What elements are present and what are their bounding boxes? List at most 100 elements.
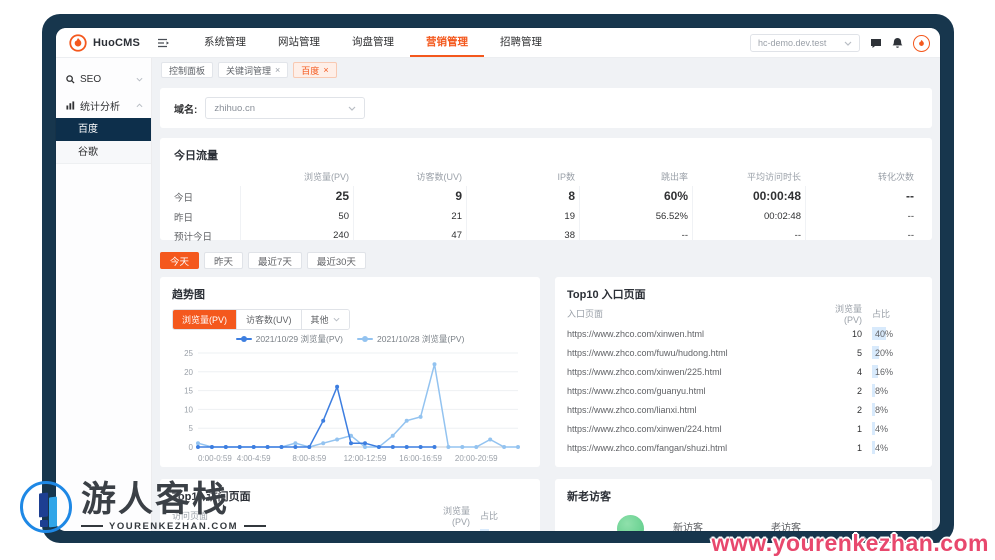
visitors-title: 新老访客 — [567, 491, 611, 503]
nav-item-recruit[interactable]: 招聘管理 — [484, 28, 558, 57]
close-tab-icon[interactable]: × — [323, 65, 328, 75]
col-duration: 平均访问时长 — [746, 172, 801, 182]
metric-button-label: 其他 — [310, 315, 329, 325]
col-ip: IP数 — [557, 172, 575, 182]
svg-text:16:00-16:59: 16:00-16:59 — [399, 454, 442, 463]
bell-icon[interactable] — [892, 37, 903, 49]
page-url[interactable]: https://www.zhco.com/guanyu.html — [567, 386, 820, 396]
visitors-pie-chart — [617, 515, 644, 531]
col-uv: 访客数(UV) — [416, 172, 463, 182]
metric-button-pv[interactable]: 浏览量(PV) — [173, 310, 237, 329]
cell-value: -- — [579, 226, 692, 245]
message-icon[interactable] — [870, 38, 882, 49]
sidebar-group-label: 统计分析 — [80, 101, 120, 113]
metric-button-uv[interactable]: 访客数(UV) — [236, 310, 301, 329]
domain-label: 域名: — [174, 104, 198, 116]
sidebar-group-label: SEO — [80, 73, 102, 85]
top-entry-title: Top10 入口页面 — [567, 289, 646, 301]
table-row-forecast: 预计今日 240 47 38 -- -- -- — [174, 226, 918, 245]
pv-value: 1 — [856, 423, 862, 434]
sidebar-collapse-icon[interactable] — [154, 28, 174, 57]
cell-value: 240 — [240, 226, 353, 245]
tab-label: 关键词管理 — [226, 65, 272, 76]
legend-label: 2021/10/28 浏览量(PV) — [377, 334, 465, 344]
cell-value: 19 — [466, 207, 579, 226]
col-ratio: 占比 — [872, 309, 891, 319]
chevron-down-icon — [844, 41, 852, 46]
cell-value: 8 — [466, 186, 579, 207]
tab-baidu[interactable]: 百度 × — [293, 62, 337, 78]
nav-item-inquiry[interactable]: 询盘管理 — [336, 28, 410, 57]
range-tab-30days[interactable]: 最近30天 — [306, 252, 366, 269]
table-header-row: 入口页面 浏览量(PV) 占比 — [567, 302, 920, 325]
user-avatar[interactable] — [913, 34, 930, 52]
ratio-bar: 20% — [872, 346, 908, 359]
ratio-value: 8% — [875, 404, 889, 415]
page-url[interactable]: https://www.zhco.com/fangan/shuzi.html — [567, 443, 820, 453]
svg-text:4:00-4:59: 4:00-4:59 — [237, 454, 271, 463]
legend-item-yesterday[interactable]: 2021/10/28 浏览量(PV) — [357, 333, 464, 345]
table-row: https://www.zhco.com/fangan/shuzi.html 1… — [567, 438, 920, 457]
pv-value: 2 — [856, 385, 862, 396]
cell-value: 21 — [353, 207, 466, 226]
range-tab-yesterday[interactable]: 昨天 — [204, 252, 244, 269]
page-url[interactable]: https://www.zhco.com/fuwu/hudong.html — [567, 348, 820, 358]
tab-dashboard[interactable]: 控制面板 — [161, 62, 214, 78]
svg-text:25: 25 — [184, 349, 193, 358]
table-row-yesterday: 昨日 50 21 19 56.52% 00:02:48 -- — [174, 207, 918, 226]
domain-select-value: zhihuo.cn — [214, 102, 256, 114]
ratio-value: 4% — [875, 442, 889, 453]
nav-item-system[interactable]: 系统管理 — [188, 28, 262, 57]
sidebar-group-seo[interactable]: SEO — [56, 66, 151, 92]
domain-select[interactable]: zhihuo.cn — [205, 97, 366, 119]
metric-button-other[interactable]: 其他 — [300, 310, 349, 329]
table-row: https://www.zhco.com/guanyu.html 2 8% — [567, 381, 920, 400]
page-url[interactable]: https://www.zhco.com/xinwen/225.html — [567, 367, 820, 377]
table-row: https://www.zhco.com/xinwen/225.html 4 1… — [567, 362, 920, 381]
new-old-visitors-card: 新老访客 新访客 老访客 — [555, 479, 932, 531]
search-icon — [66, 74, 75, 84]
bottom-row: Top10 访问页面 访问页面 浏览量(PV) 占比 https://www.z… — [160, 479, 932, 531]
chart-legend: 2021/10/29 浏览量(PV) 2021/10/28 浏览量(PV) — [172, 333, 528, 345]
sidebar: SEO 统计分析 百度 谷歌 — [56, 58, 152, 531]
trend-line-chart: 0 5 10 15 20 25 0:00-0:59 4:00-4:59 8:00-8:59 12:… — [184, 349, 520, 463]
col-pv: 浏览量(PV) — [442, 506, 470, 527]
sidebar-group-statistics[interactable]: 统计分析 — [56, 92, 151, 118]
ratio-value: 8% — [875, 385, 889, 396]
ratio-bar: 4% — [872, 441, 908, 454]
sidebar-item-google[interactable]: 谷歌 — [56, 141, 151, 164]
col-conversion: 转化次数 — [877, 172, 914, 182]
page-url[interactable]: https://www.zhco.com/xinwen.html — [567, 329, 820, 339]
watermark-domain: YOURENKEZHAN.COM — [109, 520, 239, 532]
content-scroll[interactable]: 域名: zhihuo.cn 今日流量 浏览量(PV) 访客数(UV) IP数 跳… — [152, 82, 940, 531]
today-traffic-title: 今日流量 — [174, 150, 218, 162]
brand: HuoCMS — [56, 28, 152, 57]
nav-item-website[interactable]: 网站管理 — [262, 28, 336, 57]
col-bounce: 跳出率 — [660, 172, 688, 182]
row-label: 昨日 — [174, 212, 194, 224]
ratio-value: 40% — [875, 328, 894, 339]
ratio-bar: 4% — [872, 422, 908, 435]
range-tab-7days[interactable]: 最近7天 — [248, 252, 302, 269]
col-pv: 浏览量(PV) — [303, 172, 349, 182]
trend-title: 趋势图 — [172, 289, 205, 301]
page-url[interactable]: https://www.zhco.com/lianxi.html — [567, 405, 820, 415]
pv-value: 2 — [856, 404, 862, 415]
open-tabs-strip: 控制面板 关键词管理 × 百度 × — [152, 58, 940, 82]
legend-item-today[interactable]: 2021/10/29 浏览量(PV) — [235, 333, 343, 345]
chevron-down-icon — [348, 106, 356, 111]
pv-value: 10 — [851, 328, 862, 339]
page-url[interactable]: https://www.zhco.com/xinwen/224.html — [567, 424, 820, 434]
site-select[interactable]: hc-demo.dev.test — [750, 34, 860, 52]
today-traffic-table: 浏览量(PV) 访客数(UV) IP数 跳出率 平均访问时长 转化次数 今日 2… — [174, 167, 918, 245]
range-tab-today[interactable]: 今天 — [160, 252, 200, 269]
sidebar-item-baidu[interactable]: 百度 — [56, 118, 151, 141]
cell-value: 60% — [579, 186, 692, 207]
chevron-down-icon — [136, 77, 143, 82]
table-row: https://www.zhco.com/lianxi.html 2 8% — [567, 400, 920, 419]
cell-value: -- — [805, 186, 918, 207]
cell-value: 56.52% — [579, 207, 692, 226]
nav-item-marketing[interactable]: 营销管理 — [410, 28, 484, 57]
tab-keywords[interactable]: 关键词管理 × — [218, 62, 289, 78]
close-tab-icon[interactable]: × — [275, 65, 280, 75]
